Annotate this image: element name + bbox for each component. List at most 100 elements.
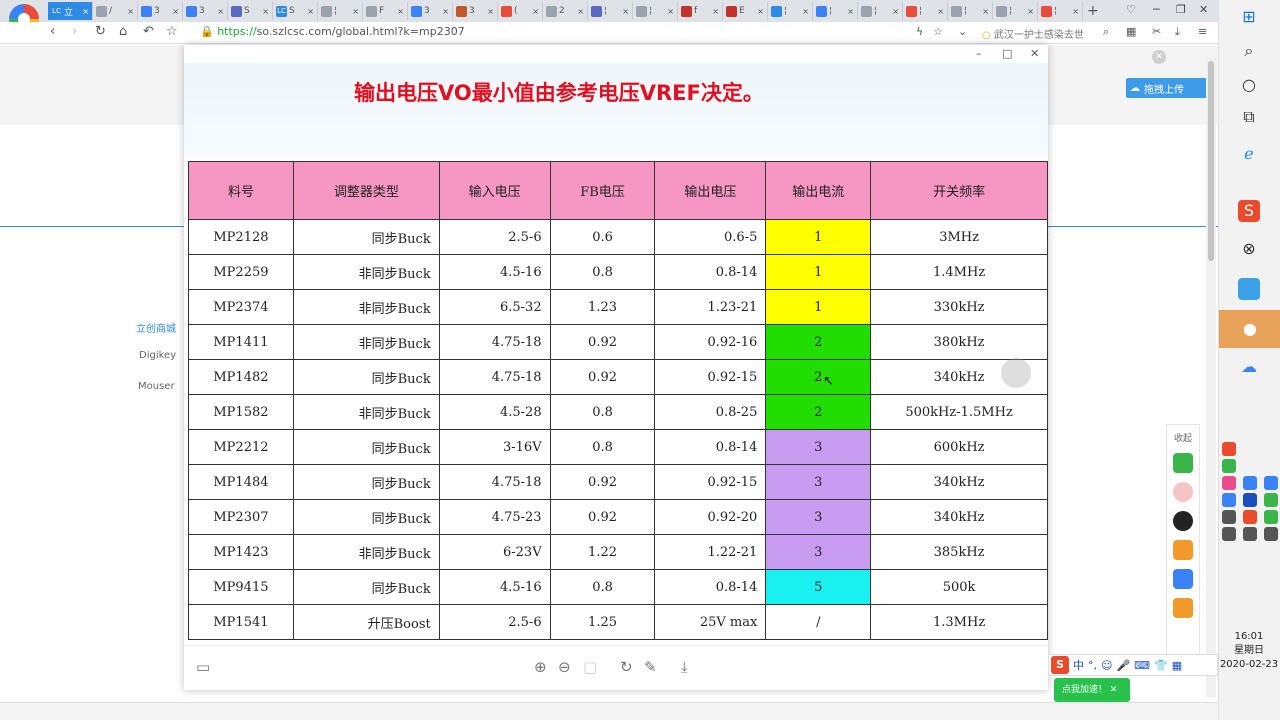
side-link-digikey[interactable]: Digikey: [139, 350, 176, 361]
browser-tab[interactable]: ¦ ×: [588, 2, 633, 20]
news-ticker[interactable]: ○ 武汉一护士感染去世: [982, 26, 1084, 41]
ime-lang[interactable]: 中: [1073, 657, 1084, 673]
tools-icon[interactable]: ✂: [1152, 25, 1161, 38]
tray-wifi-icon[interactable]: [1243, 527, 1257, 541]
extension-icon[interactable]: ▦: [1126, 25, 1136, 38]
new-tab-icon[interactable]: +: [1087, 3, 1099, 19]
viewer-close-icon[interactable]: ✕: [1030, 47, 1039, 60]
tab-close-icon[interactable]: ×: [397, 7, 404, 16]
browser-tab[interactable]: ¦ ×: [858, 2, 903, 20]
tab-close-icon[interactable]: ×: [532, 7, 539, 16]
browser-app-icon[interactable]: [1238, 278, 1260, 300]
ime-mic-icon[interactable]: 🎤: [1116, 659, 1130, 672]
tray-battery-icon[interactable]: [1222, 459, 1236, 473]
scrollbar-thumb[interactable]: [1208, 61, 1214, 261]
fit-icon[interactable]: ▢: [583, 658, 597, 676]
tab-close-icon[interactable]: ×: [1072, 7, 1079, 16]
tray-app7-icon[interactable]: [1222, 510, 1236, 524]
toast-close-icon[interactable]: ✕: [1110, 685, 1118, 695]
ime-emoji-icon[interactable]: ☺: [1101, 659, 1112, 672]
tab-close-icon[interactable]: ×: [217, 7, 224, 16]
tray-app8-icon[interactable]: [1243, 510, 1257, 524]
download-icon[interactable]: ⤓: [681, 658, 688, 676]
zoom-out-icon[interactable]: ⊖: [558, 658, 571, 676]
url-field[interactable]: 🔒 https://so.szlcsc.com/global.html?k=mp…: [200, 25, 465, 38]
tray-app2-icon[interactable]: [1243, 476, 1257, 490]
task-view-icon[interactable]: ⧉: [1238, 106, 1260, 128]
tab-close-icon[interactable]: ×: [892, 7, 899, 16]
cloud-task-icon[interactable]: ☁: [1238, 356, 1260, 378]
tab-close-icon[interactable]: ×: [982, 7, 989, 16]
document-icon[interactable]: [1173, 569, 1193, 589]
qrcode-icon[interactable]: [1173, 598, 1193, 618]
download-icon[interactable]: ⤓: [1175, 25, 1180, 39]
speedup-toast[interactable]: 点我加速！ ✕: [1054, 678, 1130, 702]
tray-volume-icon[interactable]: [1264, 527, 1278, 541]
tab-close-icon[interactable]: ×: [622, 7, 629, 16]
browser-tab[interactable]: (×: [498, 2, 543, 20]
lightning-icon[interactable]: ϟ: [916, 25, 923, 38]
tray-app5-icon[interactable]: [1243, 493, 1257, 507]
tray-sogou-icon[interactable]: [1222, 442, 1236, 456]
browser-tab[interactable]: 3 ×: [183, 2, 228, 20]
sogou-ime-icon[interactable]: S: [1051, 656, 1069, 674]
menu-icon[interactable]: ≡: [1198, 25, 1207, 38]
search-icon[interactable]: ⌕: [1238, 40, 1260, 62]
zoom-in-icon[interactable]: ⊕: [534, 658, 547, 676]
tab-close-icon[interactable]: ×: [712, 7, 719, 16]
browser-tab[interactable]: F ×: [363, 2, 408, 20]
tab-close-icon[interactable]: ×: [172, 7, 179, 16]
dropdown-icon[interactable]: ⌄: [958, 25, 967, 38]
avatar-icon[interactable]: [1173, 482, 1193, 502]
rotate-icon[interactable]: ↻: [620, 658, 633, 676]
tab-close-icon[interactable]: ×: [307, 7, 314, 16]
app-icon[interactable]: ⊗: [1238, 238, 1260, 260]
browser-tab[interactable]: f ×: [678, 2, 723, 20]
browser-tab[interactable]: ¦ ×: [813, 2, 858, 20]
windows-start-icon[interactable]: ⊞: [1238, 6, 1260, 28]
browser-tab[interactable]: ¦ ×: [993, 2, 1038, 20]
tab-close-icon[interactable]: ×: [667, 7, 674, 16]
wechat-icon[interactable]: [1173, 453, 1193, 473]
ime-skin-icon[interactable]: 👕: [1154, 659, 1168, 672]
tray-app3-icon[interactable]: [1264, 476, 1278, 490]
browser-tab[interactable]: 3 ×: [453, 2, 498, 20]
system-clock[interactable]: 16:01 星期日 2020-02-23: [1218, 630, 1280, 672]
edit-icon[interactable]: ✎: [644, 658, 657, 676]
side-link-mouser[interactable]: Mouser: [138, 381, 175, 392]
tray-app9-icon[interactable]: [1264, 510, 1278, 524]
favorites-icon[interactable]: ♡: [1126, 3, 1136, 16]
side-link-lcsc[interactable]: 立创商城: [136, 320, 176, 335]
tab-close-icon[interactable]: ×: [442, 7, 449, 16]
search-icon[interactable]: ⌕: [1103, 25, 1109, 39]
star-icon[interactable]: ☆: [933, 25, 943, 38]
browser-tab[interactable]: E ×: [723, 2, 768, 20]
tab-close-icon[interactable]: ×: [577, 7, 584, 16]
wechat-task-icon[interactable]: ●: [1219, 310, 1280, 348]
ie-icon[interactable]: ℯ: [1238, 143, 1260, 165]
upload-button[interactable]: ☁ 拖拽上传: [1126, 78, 1214, 98]
tray-app1-icon[interactable]: [1222, 476, 1236, 490]
tray-app10-icon[interactable]: [1222, 527, 1236, 541]
browser-tab[interactable]: ¦ ×: [948, 2, 993, 20]
tab-close-icon[interactable]: ×: [82, 7, 89, 16]
tab-close-icon[interactable]: ×: [127, 7, 134, 16]
viewer-minimize-icon[interactable]: –: [976, 47, 982, 60]
ime-keyboard-icon[interactable]: ⌨: [1134, 659, 1150, 672]
browser-tab[interactable]: 2 ×: [543, 2, 588, 20]
bookmark-star-icon[interactable]: ☆: [166, 24, 178, 39]
tray-app6-icon[interactable]: [1264, 493, 1278, 507]
back-icon[interactable]: ‹: [50, 24, 55, 39]
tray-app4-icon[interactable]: [1222, 493, 1236, 507]
browser-tab[interactable]: 3 ×: [138, 2, 183, 20]
collapse-button[interactable]: 收起: [1167, 431, 1199, 444]
tab-close-icon[interactable]: ×: [1027, 7, 1034, 16]
restore-icon[interactable]: ❐: [1176, 3, 1186, 16]
window-close-icon[interactable]: ✕: [1199, 3, 1208, 16]
slideshow-icon[interactable]: ▭: [196, 658, 210, 676]
wallet-icon[interactable]: [1173, 540, 1193, 560]
tab-close-icon[interactable]: ×: [352, 7, 359, 16]
home-icon[interactable]: ⌂: [119, 24, 127, 39]
browser-tab[interactable]: ¦ ×: [633, 2, 678, 20]
tab-close-icon[interactable]: ×: [487, 7, 494, 16]
